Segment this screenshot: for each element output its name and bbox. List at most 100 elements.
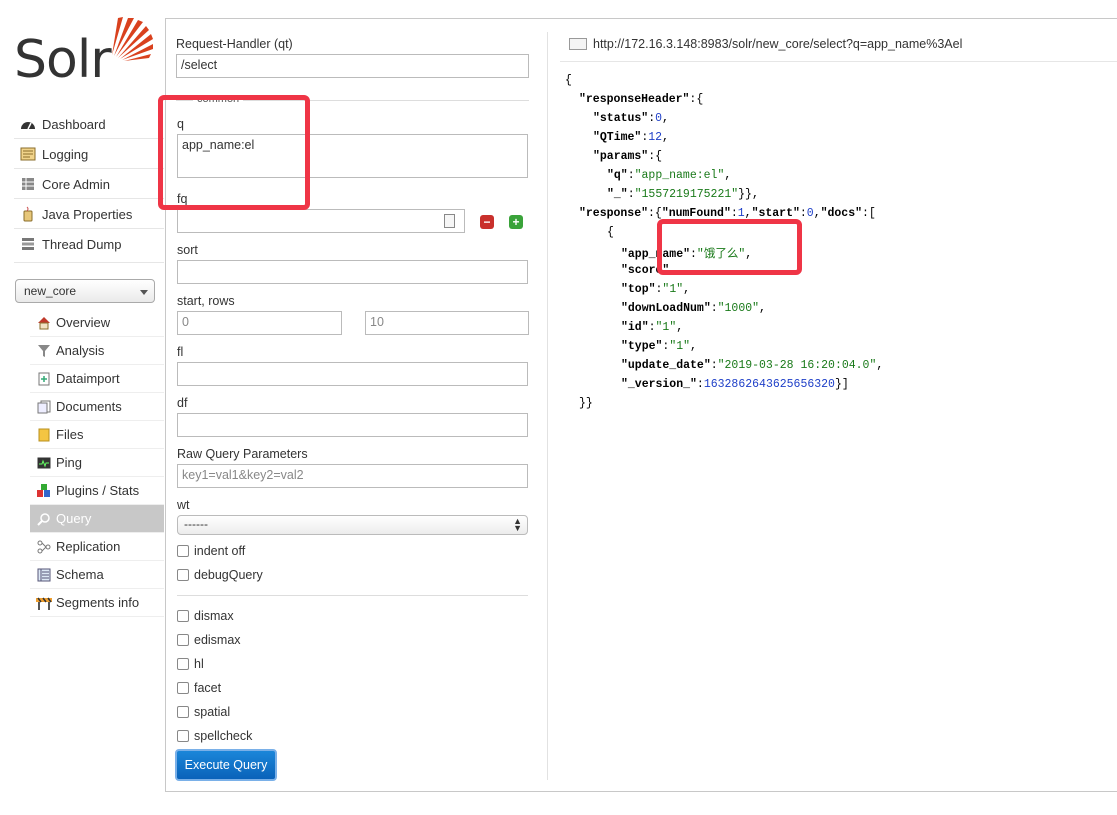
magnifier-icon bbox=[36, 511, 52, 527]
json-value: "1557219175221" bbox=[634, 188, 739, 201]
ping-icon bbox=[36, 455, 52, 471]
dashboard-icon bbox=[19, 116, 37, 132]
checkbox-icon bbox=[177, 658, 189, 670]
core-nav-query[interactable]: Query bbox=[30, 505, 164, 533]
json-value: "1000" bbox=[717, 302, 760, 315]
json-key: "_version_" bbox=[621, 378, 697, 391]
core-nav-label: Analysis bbox=[56, 343, 105, 358]
nav-logging[interactable]: Logging bbox=[14, 140, 164, 168]
nav-dashboard[interactable]: Dashboard bbox=[14, 110, 164, 138]
core-nav-plugins[interactable]: Plugins / Stats bbox=[30, 477, 164, 505]
checkbox-icon bbox=[177, 706, 189, 718]
nav-label: Dashboard bbox=[42, 116, 106, 132]
core-nav-ping[interactable]: Ping bbox=[30, 449, 164, 477]
spatial-label: spatial bbox=[194, 705, 231, 719]
checkbox-icon bbox=[177, 634, 189, 646]
nav-label: Java Properties bbox=[42, 206, 133, 222]
debugquery-checkbox[interactable]: debugQuery bbox=[177, 568, 263, 582]
spellcheck-checkbox[interactable]: spellcheck bbox=[177, 729, 252, 743]
facet-label: facet bbox=[194, 681, 222, 695]
hl-label: hl bbox=[194, 657, 204, 671]
core-nav-label: Files bbox=[56, 427, 84, 442]
core-nav-segments[interactable]: Segments info bbox=[30, 589, 164, 617]
json-key: "type" bbox=[621, 340, 663, 353]
core-selector-value: new_core bbox=[24, 284, 77, 298]
checkbox-icon bbox=[177, 569, 189, 581]
result-url-link[interactable]: http://172.16.3.148:8983/solr/new_core/s… bbox=[569, 37, 962, 51]
qt-input[interactable]: /select bbox=[176, 54, 529, 78]
rows-input[interactable]: 10 bbox=[365, 311, 529, 335]
schema-icon bbox=[36, 567, 52, 583]
core-nav-analysis[interactable]: Analysis bbox=[30, 337, 164, 365]
hl-checkbox[interactable]: hl bbox=[177, 657, 204, 671]
fl-label: fl bbox=[177, 345, 184, 359]
documents-icon bbox=[36, 399, 52, 415]
indent-checkbox[interactable]: indent off bbox=[177, 544, 245, 558]
folder-icon bbox=[36, 427, 52, 443]
execute-query-button[interactable]: Execute Query bbox=[175, 749, 277, 781]
url-icon bbox=[569, 38, 587, 50]
df-label: df bbox=[177, 396, 188, 410]
edismax-checkbox[interactable]: edismax bbox=[177, 633, 241, 647]
core-nav-dataimport[interactable]: Dataimport bbox=[30, 365, 164, 393]
core-nav-replication[interactable]: Replication bbox=[30, 533, 164, 561]
nav-label: Core Admin bbox=[42, 176, 110, 192]
core-admin-icon bbox=[19, 176, 37, 192]
spatial-checkbox[interactable]: spatial bbox=[177, 705, 230, 719]
json-value: 0 bbox=[655, 112, 663, 125]
input-helper-icon bbox=[444, 214, 455, 228]
nav-core-admin[interactable]: Core Admin bbox=[14, 170, 164, 198]
start-input[interactable]: 0 bbox=[177, 311, 342, 335]
logging-icon bbox=[19, 146, 37, 162]
json-value: "app_name:el" bbox=[634, 169, 725, 182]
nav-thread-dump[interactable]: Thread Dump bbox=[14, 230, 164, 258]
spellcheck-label: spellcheck bbox=[194, 729, 253, 743]
import-icon bbox=[36, 371, 52, 387]
core-nav-documents[interactable]: Documents bbox=[30, 393, 164, 421]
qt-label: Request-Handler (qt) bbox=[176, 37, 293, 51]
raw-params-label: Raw Query Parameters bbox=[177, 447, 308, 461]
chevron-down-icon bbox=[140, 290, 148, 295]
df-input[interactable] bbox=[177, 413, 528, 437]
nav-label: Logging bbox=[42, 146, 89, 162]
solr-logo[interactable]: Solr bbox=[14, 17, 153, 92]
start-rows-label: start, rows bbox=[177, 294, 235, 308]
json-key: "response" bbox=[579, 207, 649, 220]
json-key: "status" bbox=[593, 112, 649, 125]
logo-text: Solr bbox=[14, 30, 112, 90]
raw-params-input[interactable]: key1=val1&key2=val2 bbox=[177, 464, 528, 488]
core-nav-label: Plugins / Stats bbox=[56, 483, 140, 498]
highlight-box-result bbox=[657, 219, 802, 275]
edismax-label: edismax bbox=[194, 633, 241, 647]
json-key: "QTime" bbox=[593, 131, 642, 144]
sort-input[interactable] bbox=[177, 260, 528, 284]
core-nav-label: Dataimport bbox=[56, 371, 120, 386]
json-value: "1" bbox=[662, 283, 684, 296]
java-icon bbox=[19, 206, 37, 222]
checkbox-icon bbox=[177, 682, 189, 694]
core-nav-label: Ping bbox=[56, 455, 83, 470]
add-fq-button[interactable]: + bbox=[509, 215, 523, 229]
core-nav-schema[interactable]: Schema bbox=[30, 561, 164, 589]
nav-java-properties[interactable]: Java Properties bbox=[14, 200, 164, 228]
home-icon bbox=[36, 315, 52, 331]
core-nav-label: Replication bbox=[56, 539, 121, 554]
segments-icon bbox=[36, 595, 52, 611]
remove-fq-button[interactable]: − bbox=[480, 215, 494, 229]
nav-label: Thread Dump bbox=[42, 236, 122, 252]
core-nav-files[interactable]: Files bbox=[30, 421, 164, 449]
json-key: "update_date" bbox=[621, 359, 711, 372]
facet-checkbox[interactable]: facet bbox=[177, 681, 221, 695]
fl-input[interactable] bbox=[177, 362, 528, 386]
wt-select[interactable]: ------ ▲ ▼ bbox=[177, 515, 528, 535]
indent-label: indent off bbox=[194, 544, 246, 558]
json-key: "downLoadNum" bbox=[621, 302, 711, 315]
dismax-checkbox[interactable]: dismax bbox=[177, 609, 234, 623]
core-nav-label: Documents bbox=[56, 399, 122, 414]
core-selector[interactable]: new_core bbox=[15, 279, 155, 303]
fq-input[interactable] bbox=[177, 209, 465, 233]
json-value: "2019-03-28 16:20:04.0" bbox=[717, 359, 877, 372]
json-key: "responseHeader" bbox=[579, 93, 690, 106]
core-nav-overview[interactable]: Overview bbox=[30, 309, 164, 337]
checkbox-icon bbox=[177, 610, 189, 622]
